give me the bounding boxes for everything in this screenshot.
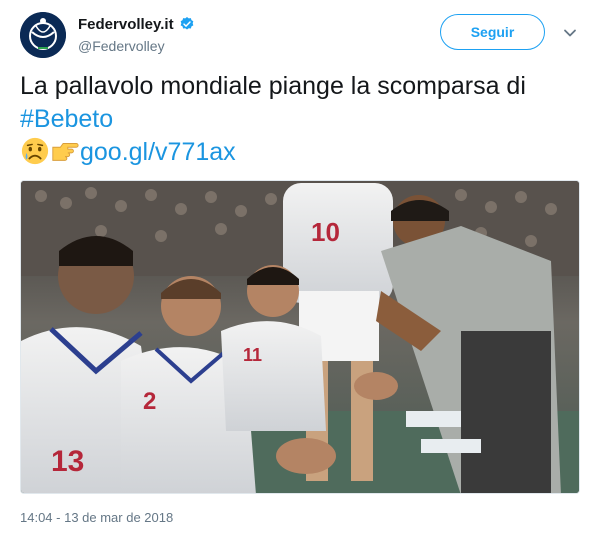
pointing-right-icon	[52, 143, 79, 161]
hashtag-link[interactable]: #Bebeto	[20, 105, 113, 133]
display-name[interactable]: Federvolley.it	[78, 16, 174, 33]
jersey-number-11: 11	[243, 345, 262, 365]
jersey-number-2: 2	[143, 388, 156, 415]
url-link[interactable]: goo.gl/v771ax	[80, 138, 236, 166]
user-names: Federvolley.it @Federvolley	[78, 14, 195, 54]
follow-button[interactable]: Seguir	[440, 14, 545, 50]
avatar[interactable]	[20, 12, 66, 58]
federvolley-logo	[20, 12, 66, 58]
screen-name[interactable]: @Federvolley	[78, 38, 195, 54]
chevron-down-icon[interactable]	[563, 26, 577, 40]
tweet-timestamp[interactable]: 14:04 - 13 de mar de 2018	[20, 510, 173, 525]
tweet-text-line1: La pallavolo mondiale piange la scompars…	[20, 72, 526, 100]
jersey-number-13: 13	[51, 445, 84, 478]
crying-face-icon	[21, 137, 49, 165]
tweet-text: La pallavolo mondiale piange la scompars…	[20, 70, 580, 169]
verified-badge-icon	[180, 17, 193, 30]
tweet-photo[interactable]: 10 13 2 11	[20, 180, 580, 494]
jersey-number-10: 10	[311, 217, 340, 247]
tweet-card: Federvolley.it @Federvolley Seguir La pa…	[0, 0, 594, 539]
team-photo-image: 10 13 2 11	[21, 181, 579, 493]
